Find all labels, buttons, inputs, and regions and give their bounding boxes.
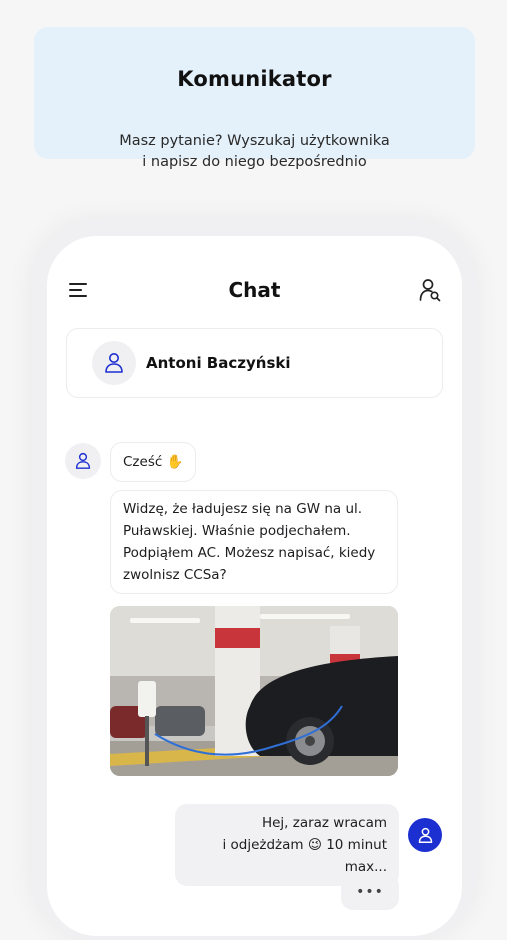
user-search-icon[interactable] [419,278,441,302]
own-avatar [408,818,442,852]
message-image[interactable] [110,606,398,776]
contact-avatar [92,341,136,385]
banner-title: Komunikator [177,67,332,91]
message-bubble-incoming: Widzę, że ładujesz się na GW na ul. Puła… [110,490,398,594]
chat-screen: Chat Antoni Baczyński Cześć ✋ Widzę, że … [47,236,462,936]
contact-card[interactable]: Antoni Baczyński [66,328,443,398]
sender-avatar [65,443,101,479]
banner-subtitle: Masz pytanie? Wyszukaj użytkownika i nap… [34,131,475,173]
user-icon [418,827,432,843]
message-line: Hej, zaraz wracam [261,815,387,831]
message-bubble-incoming: Cześć ✋ [110,442,197,482]
typing-indicator: ••• [341,874,399,910]
contact-name: Antoni Baczyński [146,354,291,372]
message-line: i odjeżdżam 😉 10 minut max... [222,837,387,875]
user-icon [75,452,91,469]
info-banner: Komunikator Masz pytanie? Wyszukaj użytk… [34,27,475,170]
banner-subtitle-line-2: i napisz do niego bezpośrednio [142,154,367,170]
banner-subtitle-line-1: Masz pytanie? Wyszukaj użytkownika [119,133,390,149]
page-title: Chat [228,278,281,302]
user-icon [105,353,123,373]
